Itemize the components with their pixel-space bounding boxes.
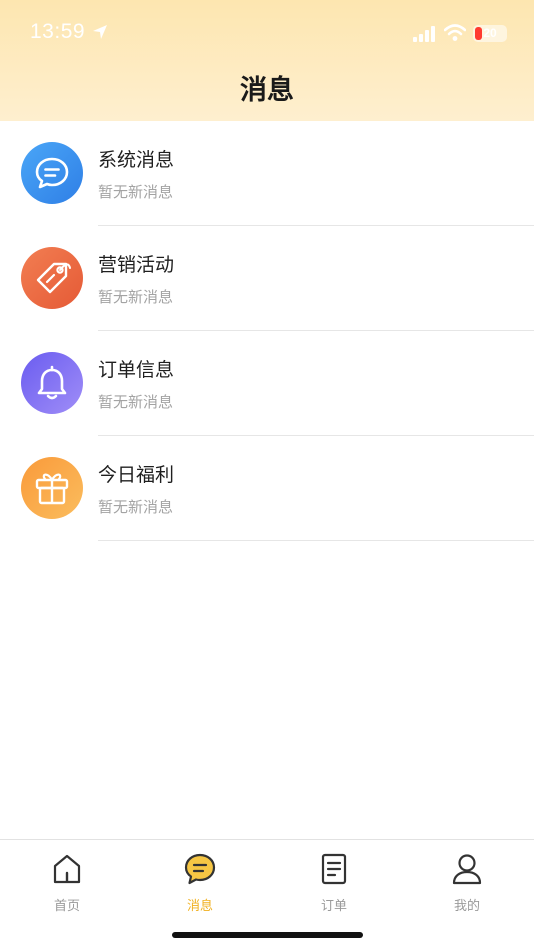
chat-bubble-icon bbox=[35, 157, 69, 189]
bell-icon bbox=[37, 365, 67, 400]
divider bbox=[98, 540, 534, 541]
message-item-marketing[interactable]: 营销活动 暂无新消息 bbox=[0, 226, 534, 331]
wifi-icon bbox=[444, 24, 466, 41]
battery-icon: 20 bbox=[473, 25, 507, 42]
tab-label: 订单 bbox=[320, 899, 347, 914]
tab-profile[interactable]: 我的 bbox=[400, 840, 534, 920]
page-title: 消息 bbox=[240, 75, 294, 106]
location-arrow-icon bbox=[93, 25, 107, 39]
status-bar: 13:59 20 bbox=[0, 0, 534, 68]
message-title: 今日福利 bbox=[98, 464, 175, 486]
tab-label: 首页 bbox=[53, 899, 80, 914]
tab-label: 我的 bbox=[453, 899, 480, 914]
message-title: 营销活动 bbox=[98, 254, 175, 276]
gift-icon bbox=[35, 473, 69, 505]
order-document-icon bbox=[321, 853, 347, 885]
cellular-signal-icon bbox=[413, 26, 435, 42]
tab-messages[interactable]: 消息 bbox=[133, 840, 267, 920]
message-subtitle: 暂无新消息 bbox=[98, 183, 174, 201]
message-subtitle: 暂无新消息 bbox=[98, 393, 174, 411]
user-icon bbox=[452, 854, 482, 885]
message-item-system[interactable]: 系统消息 暂无新消息 bbox=[0, 121, 534, 226]
home-icon bbox=[53, 854, 81, 884]
header: 13:59 20 消息 bbox=[0, 0, 534, 121]
message-title: 系统消息 bbox=[98, 149, 175, 171]
message-subtitle: 暂无新消息 bbox=[98, 498, 174, 516]
tab-label: 消息 bbox=[186, 899, 213, 914]
status-time: 13:59 bbox=[30, 20, 86, 43]
message-subtitle: 暂无新消息 bbox=[98, 288, 174, 306]
tab-home[interactable]: 首页 bbox=[0, 840, 134, 920]
welfare-avatar bbox=[21, 457, 83, 519]
home-indicator[interactable] bbox=[172, 932, 363, 938]
message-list: 系统消息 暂无新消息 营销活动 暂无新消息 订单信息 暂无新消息 今日福利 暂无… bbox=[0, 121, 534, 541]
tab-orders[interactable]: 订单 bbox=[267, 840, 401, 920]
message-title: 订单信息 bbox=[98, 359, 175, 381]
system-message-avatar bbox=[21, 142, 83, 204]
marketing-avatar bbox=[21, 247, 83, 309]
order-avatar bbox=[21, 352, 83, 414]
message-item-order[interactable]: 订单信息 暂无新消息 bbox=[0, 331, 534, 436]
battery-percent: 20 bbox=[483, 26, 497, 40]
message-icon bbox=[184, 853, 216, 885]
message-item-welfare[interactable]: 今日福利 暂无新消息 bbox=[0, 436, 534, 541]
price-tag-icon bbox=[36, 262, 71, 294]
